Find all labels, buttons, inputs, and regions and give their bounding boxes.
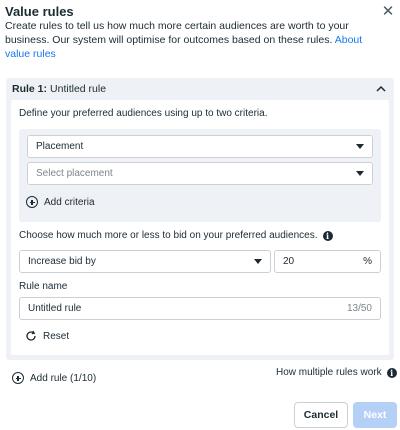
reset-label: Reset: [43, 330, 70, 342]
rule-name-input[interactable]: Untitled rule 13/50: [19, 297, 381, 320]
bid-percent-input[interactable]: 20 %: [274, 250, 381, 273]
criteria-select-value: Placement: [36, 141, 84, 152]
add-rule-button[interactable]: Add rule (1/10): [12, 370, 96, 386]
description-text: Create rules to tell us how much more ce…: [5, 20, 349, 46]
cancel-button[interactable]: Cancel: [294, 402, 348, 428]
bid-adjust-value: Increase bid by: [28, 256, 96, 267]
rule-header-name: Untitled rule: [50, 83, 107, 95]
placement-select-placeholder: Select placement: [36, 168, 113, 179]
reset-button[interactable]: Reset: [25, 327, 69, 345]
caret-down-icon: [356, 171, 364, 176]
rule-name-label: Rule name: [19, 281, 68, 292]
plus-circle-icon: [12, 372, 24, 384]
rule-name-value: Untitled rule: [28, 303, 82, 314]
add-criteria-label: Add criteria: [44, 196, 95, 208]
refresh-icon: [26, 330, 36, 341]
close-icon[interactable]: ✕: [380, 4, 396, 20]
info-icon: i: [386, 367, 397, 378]
dialog-title: Value rules: [5, 4, 74, 19]
criteria-select[interactable]: Placement: [27, 135, 373, 158]
bid-label-text: Choose how much more or less to bid on y…: [19, 230, 318, 241]
bid-label: Choose how much more or less to bid on y…: [19, 230, 333, 241]
info-icon[interactable]: i: [322, 230, 333, 241]
rule-body: Define your preferred audiences using up…: [11, 100, 389, 355]
rule-panel: Rule 1: Untitled rule Define your prefer…: [6, 78, 394, 360]
how-multiple-rules-link[interactable]: How multiple rules work i: [276, 367, 397, 378]
criteria-box: Placement Select placement Add criteria: [19, 129, 381, 222]
add-rule-label: Add rule (1/10): [30, 372, 97, 384]
rule-name-char-count: 13/50: [346, 303, 372, 314]
percent-unit: %: [363, 256, 372, 267]
plus-circle-icon: [26, 196, 38, 208]
criteria-label: Define your preferred audiences using up…: [19, 108, 268, 119]
how-multiple-rules-label: How multiple rules work: [276, 367, 382, 378]
bid-adjust-select[interactable]: Increase bid by: [19, 250, 271, 273]
bid-percent-value: 20: [283, 256, 295, 267]
caret-down-icon: [254, 259, 262, 264]
chevron-up-icon[interactable]: [374, 82, 388, 96]
placement-select[interactable]: Select placement: [27, 162, 373, 185]
next-button[interactable]: Next: [353, 402, 397, 428]
value-rules-dialog: Value rules ✕ Create rules to tell us ho…: [0, 0, 400, 430]
dialog-description: Create rules to tell us how much more ce…: [5, 19, 377, 61]
rule-header-prefix: Rule 1:: [12, 83, 48, 95]
add-criteria-button[interactable]: Add criteria: [26, 193, 95, 211]
rule-header[interactable]: Rule 1: Untitled rule: [6, 78, 394, 100]
caret-down-icon: [356, 144, 364, 149]
